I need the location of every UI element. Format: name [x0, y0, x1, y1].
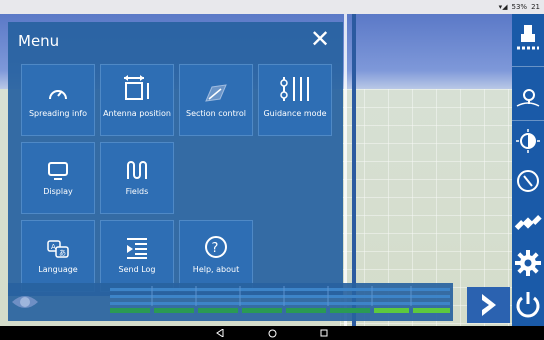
compass-icon[interactable]	[512, 162, 544, 200]
tile-fields[interactable]: Fields	[100, 142, 174, 214]
svg-text:あ: あ	[59, 249, 66, 257]
tile-guidance-mode[interactable]: Guidance mode	[258, 64, 332, 136]
tile-label: Spreading info	[28, 109, 88, 118]
next-arrow-button[interactable]	[467, 287, 510, 323]
send-log-icon	[125, 221, 149, 261]
home-icon[interactable]	[266, 327, 278, 339]
fields-icon	[125, 143, 149, 183]
settings-icon[interactable]	[512, 244, 544, 282]
tile-label: Language	[38, 265, 78, 274]
tile-label: Antenna position	[103, 109, 171, 118]
tile-send-log[interactable]: Send Log	[100, 220, 174, 292]
svg-text:A: A	[51, 243, 56, 251]
satellite-icon[interactable]	[512, 204, 544, 242]
monitor-icon	[47, 143, 69, 183]
system-nav-bar	[0, 326, 544, 340]
help-icon: ?	[204, 221, 228, 261]
svg-text:?: ?	[212, 241, 219, 256]
tile-language[interactable]: Aあ Language	[21, 220, 95, 292]
guidance-line	[352, 14, 356, 326]
tile-display[interactable]: Display	[21, 142, 95, 214]
wifi-icon: ▾◢	[498, 3, 508, 11]
tile-section-control[interactable]: Section control	[179, 64, 253, 136]
tile-label: Guidance mode	[263, 109, 327, 118]
tile-label: Section control	[186, 109, 246, 118]
toolbar-divider	[512, 66, 544, 67]
power-icon[interactable]	[512, 286, 544, 324]
tile-label: Fields	[125, 187, 149, 196]
guidance-mode-icon	[278, 65, 312, 105]
battery-level: 53%	[511, 3, 528, 11]
menu-title: Menu	[18, 32, 60, 50]
tile-antenna-position[interactable]: Antenna position	[100, 64, 174, 136]
language-icon: Aあ	[46, 221, 70, 261]
eye-icon[interactable]	[10, 290, 40, 314]
clock: 21	[531, 3, 540, 11]
tile-label: Send Log	[118, 265, 156, 274]
lightbar	[110, 286, 450, 313]
section-control-icon	[204, 65, 228, 105]
close-icon[interactable]: ✕	[310, 27, 330, 51]
tile-label: Display	[43, 187, 73, 196]
tile-help-about[interactable]: ? Help, about	[179, 220, 253, 292]
status-bar: ▾◢ 53% 21	[0, 0, 544, 14]
day-night-icon[interactable]	[512, 122, 544, 160]
tractor-icon[interactable]	[512, 18, 544, 56]
tile-label: Help, about	[192, 265, 240, 274]
antenna-position-icon	[122, 65, 152, 105]
recents-icon[interactable]	[318, 327, 330, 339]
toolbar-divider	[512, 120, 544, 121]
speedometer-icon	[47, 65, 69, 105]
back-icon[interactable]	[214, 327, 226, 339]
location-pin-icon[interactable]	[512, 80, 544, 118]
tile-spreading-info[interactable]: Spreading info	[21, 64, 95, 136]
scene-divider	[344, 14, 347, 326]
